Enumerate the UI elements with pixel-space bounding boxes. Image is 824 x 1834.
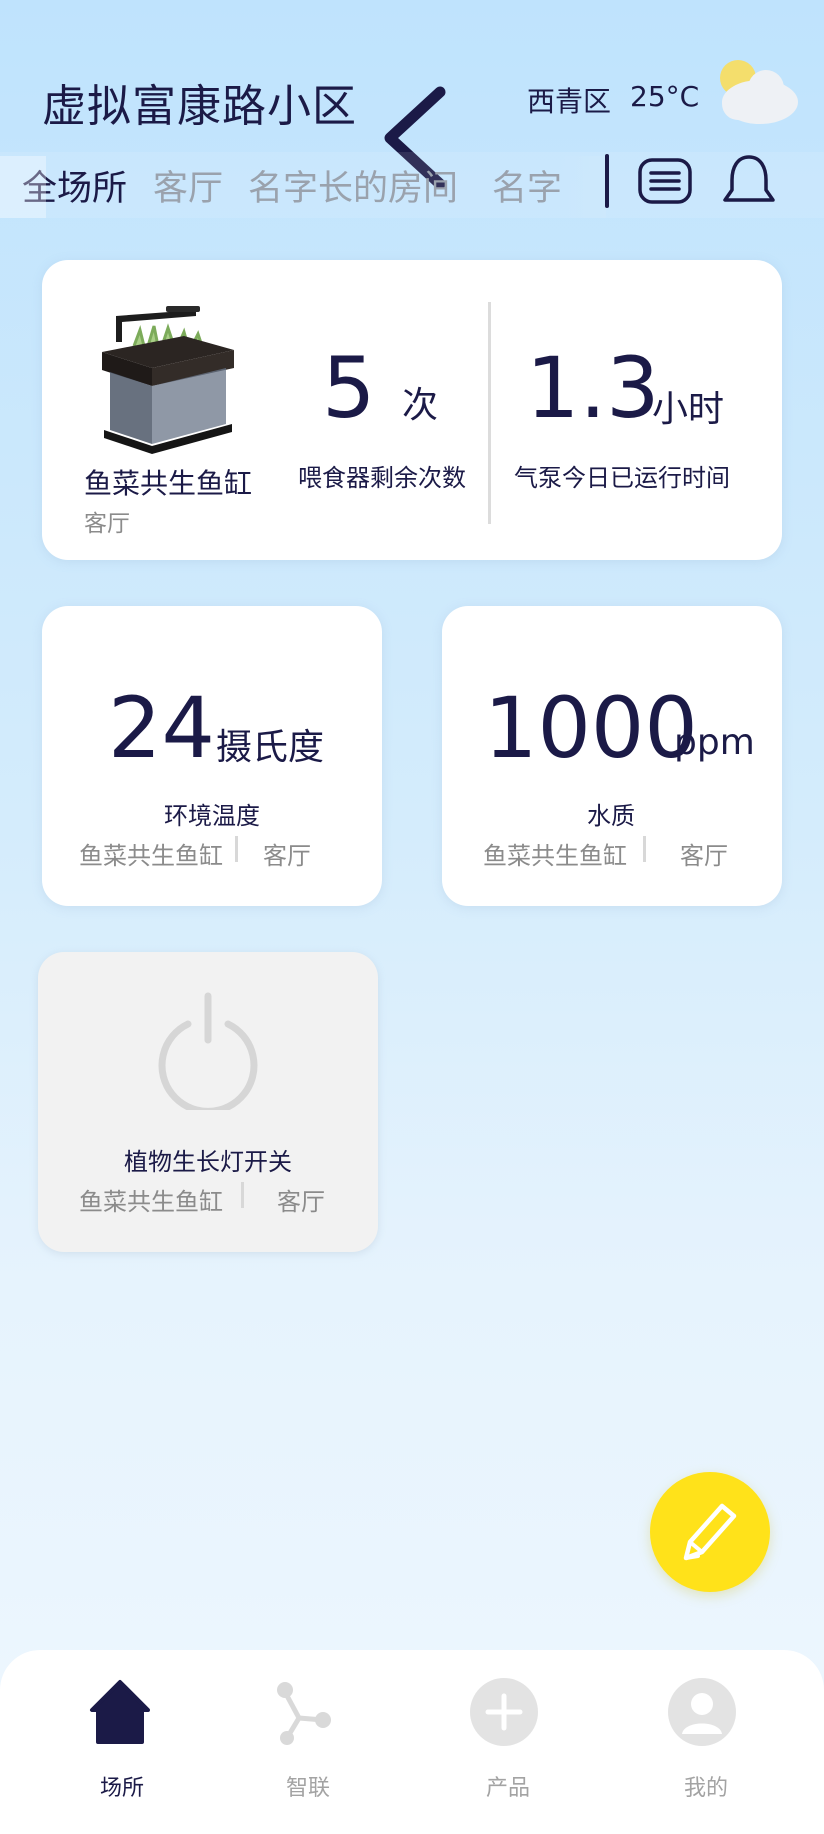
water-quality-label: 水质 [587, 802, 635, 830]
user-icon[interactable] [666, 1676, 738, 1748]
feeder-remaining-value: 5 [322, 339, 376, 437]
menu-list-icon[interactable] [638, 158, 692, 204]
feeder-remaining-unit: 次 [402, 385, 439, 426]
bell-icon[interactable] [722, 154, 776, 206]
water-quality-unit: ppm [674, 722, 755, 763]
card-divider [488, 302, 491, 524]
temperature-unit: 摄氏度 [216, 727, 325, 768]
edit-fab-button[interactable] [650, 1472, 770, 1592]
water-quality-sub-divider [643, 836, 646, 862]
home-icon[interactable] [84, 1676, 156, 1748]
plus-circle-icon[interactable] [468, 1676, 540, 1748]
nav-label-products[interactable]: 产品 [486, 1770, 530, 1802]
partly-cloudy-icon [720, 60, 798, 124]
pump-runtime-value: 1.3 [526, 339, 660, 437]
temperature-device: 鱼菜共生鱼缸 [79, 842, 223, 870]
grow-light-sub-divider [241, 1182, 244, 1208]
temperature-room: 客厅 [263, 842, 311, 870]
nav-label-mine[interactable]: 我的 [684, 1770, 728, 1802]
district-label: 西青区 [527, 85, 612, 118]
power-icon[interactable] [154, 990, 262, 1110]
temperature-sub-divider [235, 836, 238, 862]
nav-label-smart-link[interactable]: 智联 [286, 1770, 330, 1802]
grow-light-label: 植物生长灯开关 [124, 1148, 292, 1176]
pencil-icon [683, 1503, 737, 1561]
temperature-label: 25°C [630, 80, 700, 113]
tabs-divider [605, 154, 609, 208]
pump-runtime-unit: 小时 [652, 389, 725, 430]
tabs-fade-left [0, 156, 46, 218]
grow-light-room: 客厅 [277, 1188, 325, 1216]
aquaponics-tank-image [102, 306, 234, 454]
tabs-fade-right [560, 156, 606, 218]
device-room: 客厅 [84, 511, 130, 537]
nav-label-places[interactable]: 场所 [100, 1770, 144, 1802]
tab-living-room[interactable]: 客厅 [153, 160, 223, 211]
device-name: 鱼菜共生鱼缸 [84, 467, 253, 500]
temperature-value: 24 [108, 679, 215, 777]
grow-light-device: 鱼菜共生鱼缸 [79, 1188, 223, 1216]
temperature-label: 环境温度 [164, 802, 260, 830]
pump-runtime-label: 气泵今日已运行时间 [514, 464, 730, 492]
tab-name-truncated[interactable]: 名字 [492, 160, 562, 211]
community-title[interactable]: 虚拟富康路小区 [42, 70, 357, 134]
feeder-remaining-label: 喂食器剩余次数 [298, 464, 466, 492]
water-quality-value: 1000 [484, 679, 698, 777]
water-quality-device: 鱼菜共生鱼缸 [483, 842, 627, 870]
share-nodes-icon[interactable] [267, 1676, 339, 1748]
tab-long-name-room[interactable]: 名字长的房间 [248, 160, 458, 211]
water-quality-room: 客厅 [680, 842, 728, 870]
